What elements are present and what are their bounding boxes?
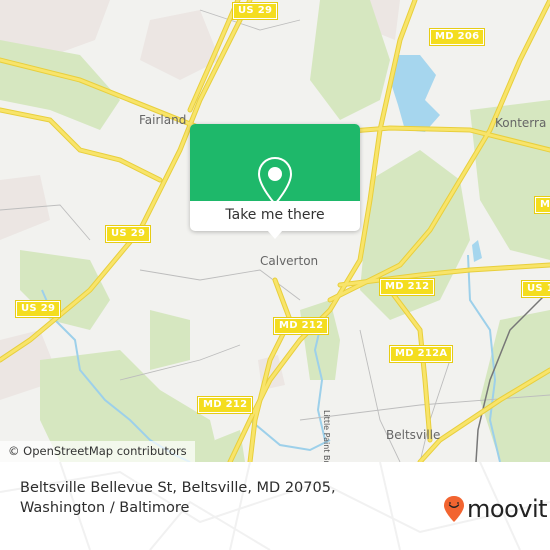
- take-me-there-button[interactable]: Take me there: [190, 201, 360, 231]
- road-shield-md: MD: [534, 196, 550, 214]
- place-label-fairland: Fairland: [139, 113, 187, 127]
- road-shield-md212a: MD 212A: [388, 345, 454, 363]
- road-shield-us29: US 29: [14, 300, 62, 318]
- road-shield-us1: US 1: [521, 280, 550, 298]
- road-shield-md206: MD 206: [428, 28, 486, 46]
- road-shield-md212: MD 212: [196, 396, 254, 414]
- location-popup: Take me there: [190, 124, 360, 239]
- place-label-konterra: Konterra: [495, 116, 547, 130]
- popup-header: [190, 124, 360, 206]
- popup-pointer: [267, 230, 283, 239]
- road-shield-md212: MD 212: [272, 317, 330, 335]
- address-line-1: Beltsville Bellevue St, Beltsville, MD 2…: [20, 480, 336, 496]
- road-shield-us29: US 29: [104, 225, 152, 243]
- address-text: Beltsville Bellevue St, Beltsville, MD 2…: [20, 478, 340, 518]
- brand-wordmark: moovit: [467, 495, 548, 523]
- road-shield-md212: MD 212: [378, 278, 436, 296]
- road-shield-us29: US 29: [231, 2, 279, 20]
- map-view[interactable]: US 29 MD 206 US 29 US 29 MD 212 MD 212 M…: [0, 0, 550, 462]
- place-label-beltsville: Beltsville: [386, 428, 441, 442]
- place-label-calverton: Calverton: [260, 254, 319, 268]
- moovit-pin-icon: [444, 496, 464, 522]
- moovit-logo[interactable]: moovit: [443, 495, 548, 523]
- waterway-label: Little Paint Branch: [322, 410, 331, 462]
- footer: Beltsville Bellevue St, Beltsville, MD 2…: [0, 462, 550, 550]
- map-attribution[interactable]: © OpenStreetMap contributors: [0, 441, 195, 462]
- address-line-2: Washington / Baltimore: [20, 500, 190, 516]
